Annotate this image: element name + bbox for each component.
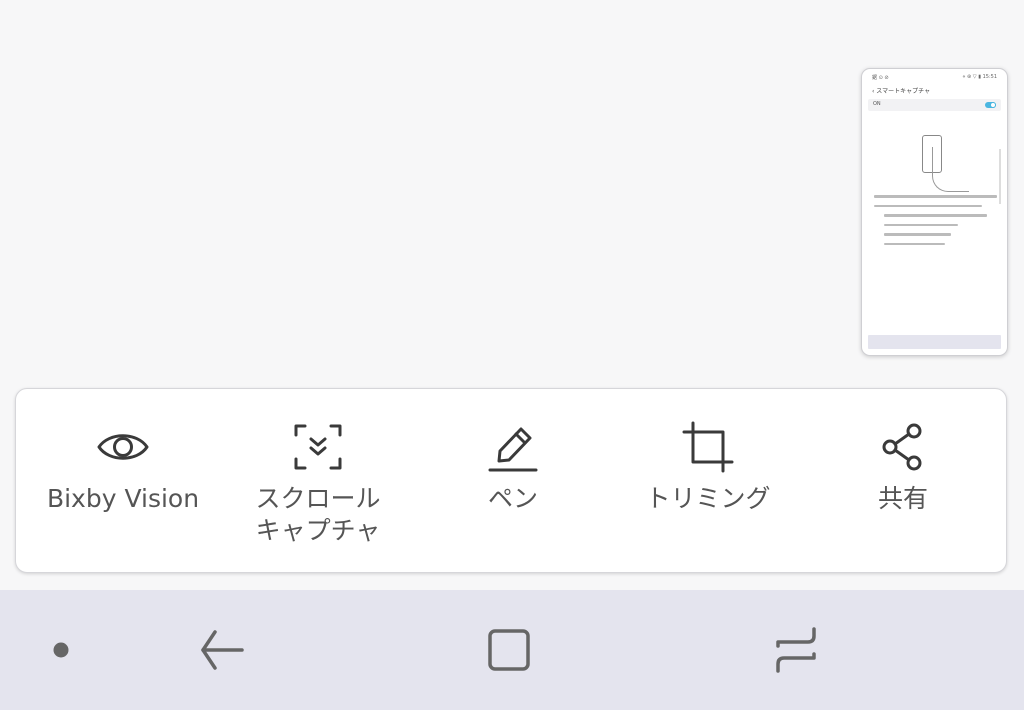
dot-icon [53,642,69,658]
scroll-capture-icon [290,419,346,475]
share-label: 共有 [877,484,928,513]
nav-dot-button[interactable] [31,620,91,680]
bixby-vision-button[interactable]: Bixby Vision [24,389,222,574]
crop-button[interactable]: トリミング [609,389,807,574]
thumb-text-lines [874,195,997,252]
thumb-header: ‹ スマートキャプチャ [872,88,931,95]
scroll-capture-button[interactable]: スクロール キャプチャ [219,389,417,574]
thumb-toggle-row: ON [868,99,1001,111]
thumb-toggle-switch [985,102,996,108]
pen-button[interactable]: ペン [414,389,612,574]
pen-label: ペン [487,484,538,513]
eye-icon [95,419,151,475]
capture-toolbar: Bixby Vision スクロール キャプチャ ペン トリミング 共有 [15,388,1007,573]
share-icon [875,419,931,475]
thumb-hand-illustration [932,147,969,192]
recents-icon [776,627,816,673]
pen-icon [485,419,541,475]
home-icon [488,629,530,671]
thumb-toggle-label: ON [873,101,881,107]
navigation-bar [0,590,1024,710]
crop-icon [680,419,736,475]
home-button[interactable] [479,620,539,680]
thumb-scrollbar [999,149,1001,204]
bixby-vision-label: Bixby Vision [46,484,200,513]
scroll-capture-label: スクロール キャプチャ [255,484,381,545]
thumb-status-left: 鋸 ⊙ ⊘ [872,75,889,81]
share-button[interactable]: 共有 [804,389,1002,574]
screenshot-thumbnail[interactable]: 鋸 ⊙ ⊘ ⋄ ⊛ ▽ ▮ 15:51 ‹ スマートキャプチャ ON [861,68,1008,356]
recents-button[interactable] [766,620,826,680]
crop-label: トリミング [645,484,771,513]
back-button[interactable] [193,620,253,680]
thumb-status-right: ⋄ ⊛ ▽ ▮ 15:51 [962,74,997,80]
thumb-navbar [868,335,1001,349]
back-icon [201,630,244,670]
